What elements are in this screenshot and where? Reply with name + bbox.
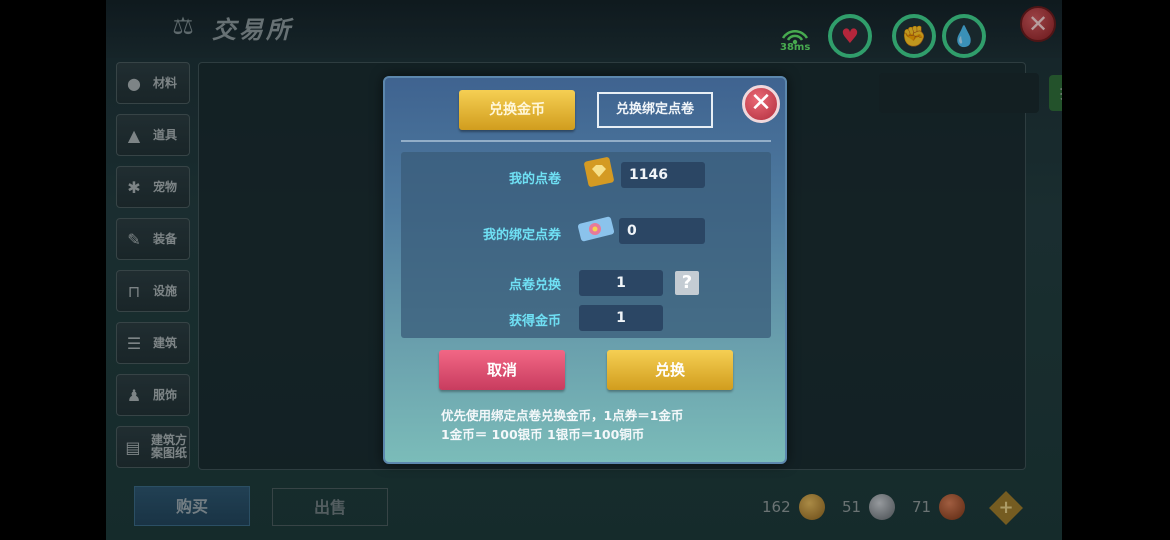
tab-exchange-bound-points[interactable]: 兑换绑定点卷 <box>597 92 713 128</box>
exchange-amount-label: 点卷兑换 <box>508 278 561 293</box>
gain-gold-label: 获得金币 <box>508 314 561 329</box>
my-points-label: 我的点卷 <box>508 172 561 187</box>
help-question-button[interactable]: ? <box>675 271 699 295</box>
confirm-exchange-button[interactable]: 兑换 <box>607 350 733 390</box>
divider <box>401 140 771 142</box>
tab-exchange-gold[interactable]: 兑换金币 <box>459 90 575 130</box>
exchange-amount-input[interactable]: 1 <box>579 270 663 296</box>
exchange-dialog: 兑换金币 兑换绑定点卷 ✕ 我的点卷 1146 我的绑定点券 0 点卷兑换 1 … <box>383 76 787 464</box>
note-line: 优先使用绑定点卷兑换金币，1点券＝1金币 <box>441 408 684 423</box>
note-line: 1金币＝ 100银币 1银币＝100铜币 <box>441 427 645 442</box>
my-bound-points-label: 我的绑定点券 <box>482 228 561 243</box>
exchange-info-panel: 我的点卷 1146 我的绑定点券 0 点卷兑换 1 ? 获得金币 1 <box>401 152 771 338</box>
exchange-notes: 优先使用绑定点卷兑换金币，1点券＝1金币 1金币＝ 100银币 1银币＝100铜… <box>441 406 771 444</box>
gold-ticket-icon <box>584 157 614 187</box>
close-dialog-button[interactable]: ✕ <box>742 85 780 123</box>
my-bound-points-value: 0 <box>619 218 705 244</box>
gain-gold-value: 1 <box>579 305 663 331</box>
my-points-value: 1146 <box>621 162 705 188</box>
bound-ticket-icon <box>577 216 615 242</box>
cancel-button[interactable]: 取消 <box>439 350 565 390</box>
